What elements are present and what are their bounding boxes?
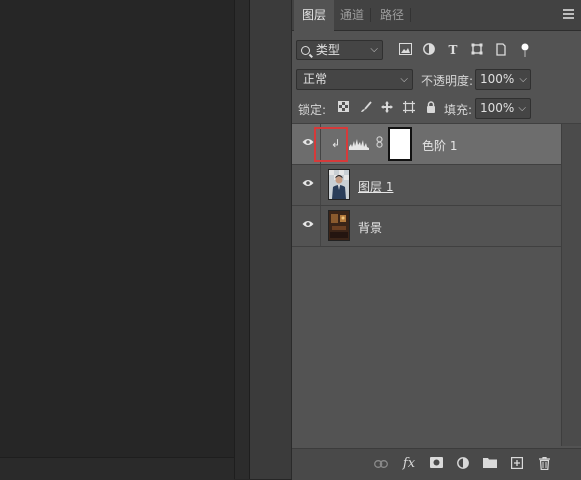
layer-name[interactable]: 图层 1 — [358, 178, 393, 195]
divider — [292, 246, 581, 247]
layer-row-layer1[interactable]: 图层 1 — [292, 165, 561, 205]
document-canvas[interactable] — [0, 0, 234, 479]
adjustment-filter-icon[interactable] — [422, 43, 436, 57]
link-layers-icon[interactable] — [374, 457, 388, 471]
layer-thumbnail-person[interactable] — [328, 169, 350, 200]
blend-mode-select[interactable]: 正常 ⌵ — [296, 69, 413, 90]
fill-value: 100% — [480, 101, 515, 115]
layer-row-levels[interactable]: ↲ 色阶 1 — [292, 124, 561, 164]
search-icon — [301, 46, 310, 55]
new-group-icon[interactable] — [483, 457, 497, 471]
delete-layer-icon[interactable] — [537, 457, 551, 471]
mask-link-icon[interactable] — [376, 136, 383, 151]
panel-menu-icon[interactable] — [563, 8, 574, 20]
type-filter-icon[interactable]: T — [446, 43, 460, 57]
chevron-down-icon: ⌵ — [400, 74, 408, 85]
layer-name[interactable]: 背景 — [358, 219, 382, 236]
panel-footer: fx — [292, 448, 581, 480]
tab-channels[interactable]: 通道 — [332, 0, 372, 30]
lock-label: 锁定: — [298, 103, 327, 117]
chevron-down-icon[interactable]: ⌵ — [519, 70, 527, 89]
lock-transparent-pixels-icon[interactable] — [336, 101, 350, 115]
levels-histogram-icon[interactable] — [349, 138, 369, 150]
fill-label: 填充: — [444, 103, 473, 117]
layer-filter-row: 类型 ⌵ T — [292, 36, 581, 64]
layers-scrollbar[interactable] — [561, 124, 581, 446]
layer-row-background[interactable]: 背景 — [292, 206, 561, 246]
tab-paths[interactable]: 路径 — [372, 0, 412, 30]
opacity-field[interactable]: 100% ⌵ — [475, 69, 531, 90]
lock-all-icon[interactable] — [424, 101, 438, 115]
visibility-eye-icon[interactable] — [302, 138, 314, 146]
fill-field[interactable]: 100% ⌵ — [475, 98, 531, 119]
add-mask-icon[interactable] — [429, 457, 443, 471]
blend-row: 正常 ⌵ 不透明度: 100% ⌵ — [292, 66, 581, 92]
lock-image-pixels-icon[interactable] — [359, 101, 373, 115]
opacity-value: 100% — [480, 72, 515, 86]
chevron-down-icon[interactable]: ⌵ — [518, 99, 526, 118]
chevron-down-icon: ⌵ — [370, 44, 378, 55]
divider — [320, 165, 321, 205]
layer-name[interactable]: 色阶 1 — [422, 137, 457, 154]
filter-kind-select[interactable]: 类型 ⌵ — [296, 40, 383, 60]
panel-tab-bar: 图层 通道 路径 — [292, 0, 581, 31]
layer-mask-thumbnail[interactable] — [388, 127, 412, 161]
filter-kind-label: 类型 — [315, 43, 340, 57]
fx-icon[interactable]: fx — [402, 457, 416, 471]
visibility-eye-icon[interactable] — [302, 220, 314, 228]
new-layer-icon[interactable] — [510, 457, 524, 471]
tab-divider — [410, 8, 411, 22]
dock-column — [249, 0, 292, 479]
opacity-label: 不透明度: — [421, 74, 474, 88]
clipping-mask-icon: ↲ — [331, 137, 341, 150]
shape-filter-icon[interactable] — [470, 43, 484, 57]
lock-row: 锁定: 填充: 100% ⌵ — [292, 95, 581, 121]
tab-layers[interactable]: 图层 — [294, 0, 335, 31]
layer-thumbnail-background[interactable] — [328, 210, 350, 241]
canvas-horizontal-scrollbar[interactable] — [0, 457, 234, 480]
blend-mode-value: 正常 — [303, 72, 328, 86]
lock-position-icon[interactable] — [380, 101, 394, 115]
new-fill-adjustment-icon[interactable] — [456, 457, 470, 471]
layers-panel: 图层 通道 路径 类型 ⌵ T 正常 ⌵ 不透明度: 100% ⌵ 锁定: 填充… — [291, 0, 581, 480]
tab-divider — [370, 8, 371, 22]
smart-object-filter-icon[interactable] — [494, 43, 508, 57]
filter-toggle-icon[interactable] — [518, 43, 532, 57]
visibility-eye-icon[interactable] — [302, 179, 314, 187]
lock-artboard-icon[interactable] — [402, 101, 416, 115]
pixel-filter-icon[interactable] — [398, 43, 412, 57]
canvas-vertical-scrollbar[interactable] — [234, 0, 249, 479]
divider — [320, 206, 321, 246]
